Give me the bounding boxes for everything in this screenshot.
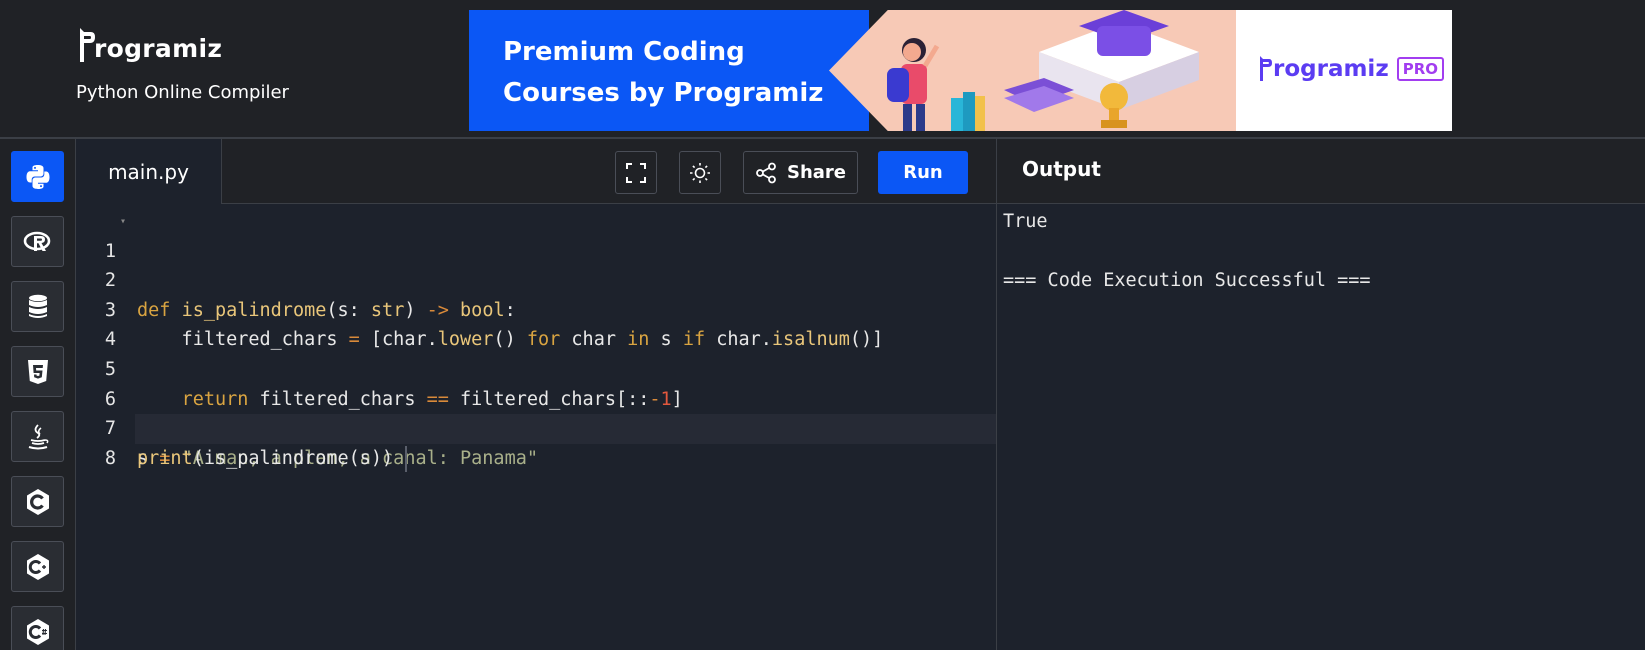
- code-line: 3 filtered_chars = [char.lower() for cha…: [76, 266, 996, 351]
- active-line-highlight: print(is_palindrome(s)): [135, 414, 996, 472]
- banner-illustration: [887, 10, 1199, 131]
- banner-headline: Premium Coding Courses by Programiz: [503, 32, 823, 114]
- output-line: True: [1003, 211, 1048, 232]
- language-cpp-button[interactable]: [11, 541, 64, 592]
- language-sidebar: [0, 139, 76, 650]
- top-header: rogramiz Python Online Compiler Premium …: [0, 0, 1645, 139]
- python-icon: [26, 164, 49, 189]
- java-icon: [28, 423, 48, 449]
- fullscreen-icon: [626, 162, 646, 183]
- database-icon: [28, 294, 47, 318]
- fold-arrow-icon[interactable]: ▾: [120, 207, 126, 237]
- page-subtitle: Python Online Compiler: [76, 82, 289, 103]
- editor-toolbar: main.py Share Run: [76, 139, 996, 204]
- code-line: 6: [76, 355, 996, 410]
- csharp-icon: [26, 618, 49, 645]
- language-r-button[interactable]: [11, 216, 64, 267]
- code-line: 5 return filtered_chars == filtered_char…: [76, 325, 996, 410]
- text-cursor: [405, 445, 408, 472]
- language-csharp-button[interactable]: [11, 606, 64, 650]
- banner-line-2: Courses by Programiz: [503, 78, 824, 108]
- theme-toggle-button[interactable]: [679, 151, 721, 194]
- code-line: 7 s = "A man, a plan, a canal: Panama": [76, 385, 996, 469]
- fullscreen-button[interactable]: [615, 151, 657, 194]
- promo-banner[interactable]: Premium Coding Courses by Programiz rogr…: [469, 10, 1452, 131]
- programiz-pro-logo: rogramiz PRO: [1259, 56, 1445, 82]
- language-python-button[interactable]: [11, 151, 64, 202]
- programiz-pro-logo-icon: [1260, 56, 1272, 81]
- code-line: 1 ▾ def is_palindrome(s: str) -> bool:: [76, 207, 996, 321]
- sun-icon: [690, 162, 710, 183]
- banner-line-1: Premium Coding: [503, 37, 745, 67]
- language-sql-button[interactable]: [11, 281, 64, 332]
- pro-badge: PRO: [1396, 57, 1445, 81]
- share-label: Share: [786, 162, 846, 183]
- r-icon: [23, 231, 50, 251]
- output-line: === Code Execution Successful ===: [1003, 270, 1371, 292]
- pro-logo-text: rogramiz: [1273, 56, 1389, 82]
- code-line: 2: [76, 237, 996, 291]
- code-text: print(is_palindrome(s)): [137, 444, 408, 474]
- c-icon: [26, 488, 49, 515]
- share-button[interactable]: Share: [743, 151, 858, 194]
- cpp-icon: [26, 553, 49, 580]
- logo-text: rogramiz: [94, 34, 223, 63]
- output-panel: True === Code Execution Successful ===: [996, 204, 1645, 650]
- output-header: Output: [996, 139, 1645, 204]
- language-html-button[interactable]: [11, 346, 64, 397]
- run-button[interactable]: Run: [878, 151, 968, 194]
- html5-icon: [27, 359, 48, 384]
- code-line: 4: [76, 296, 996, 350]
- line-number: 8: [104, 447, 116, 469]
- output-title: Output: [1022, 157, 1101, 181]
- language-java-button[interactable]: [11, 411, 64, 462]
- programiz-logo[interactable]: rogramiz: [78, 28, 222, 64]
- language-c-button[interactable]: [11, 476, 64, 527]
- code-line: 8 print(is_palindrome(s)): [76, 414, 996, 472]
- tab-main-py[interactable]: main.py: [76, 139, 222, 204]
- share-icon: [756, 162, 776, 183]
- code-editor[interactable]: 1 ▾ def is_palindrome(s: str) -> bool: 2…: [76, 204, 996, 650]
